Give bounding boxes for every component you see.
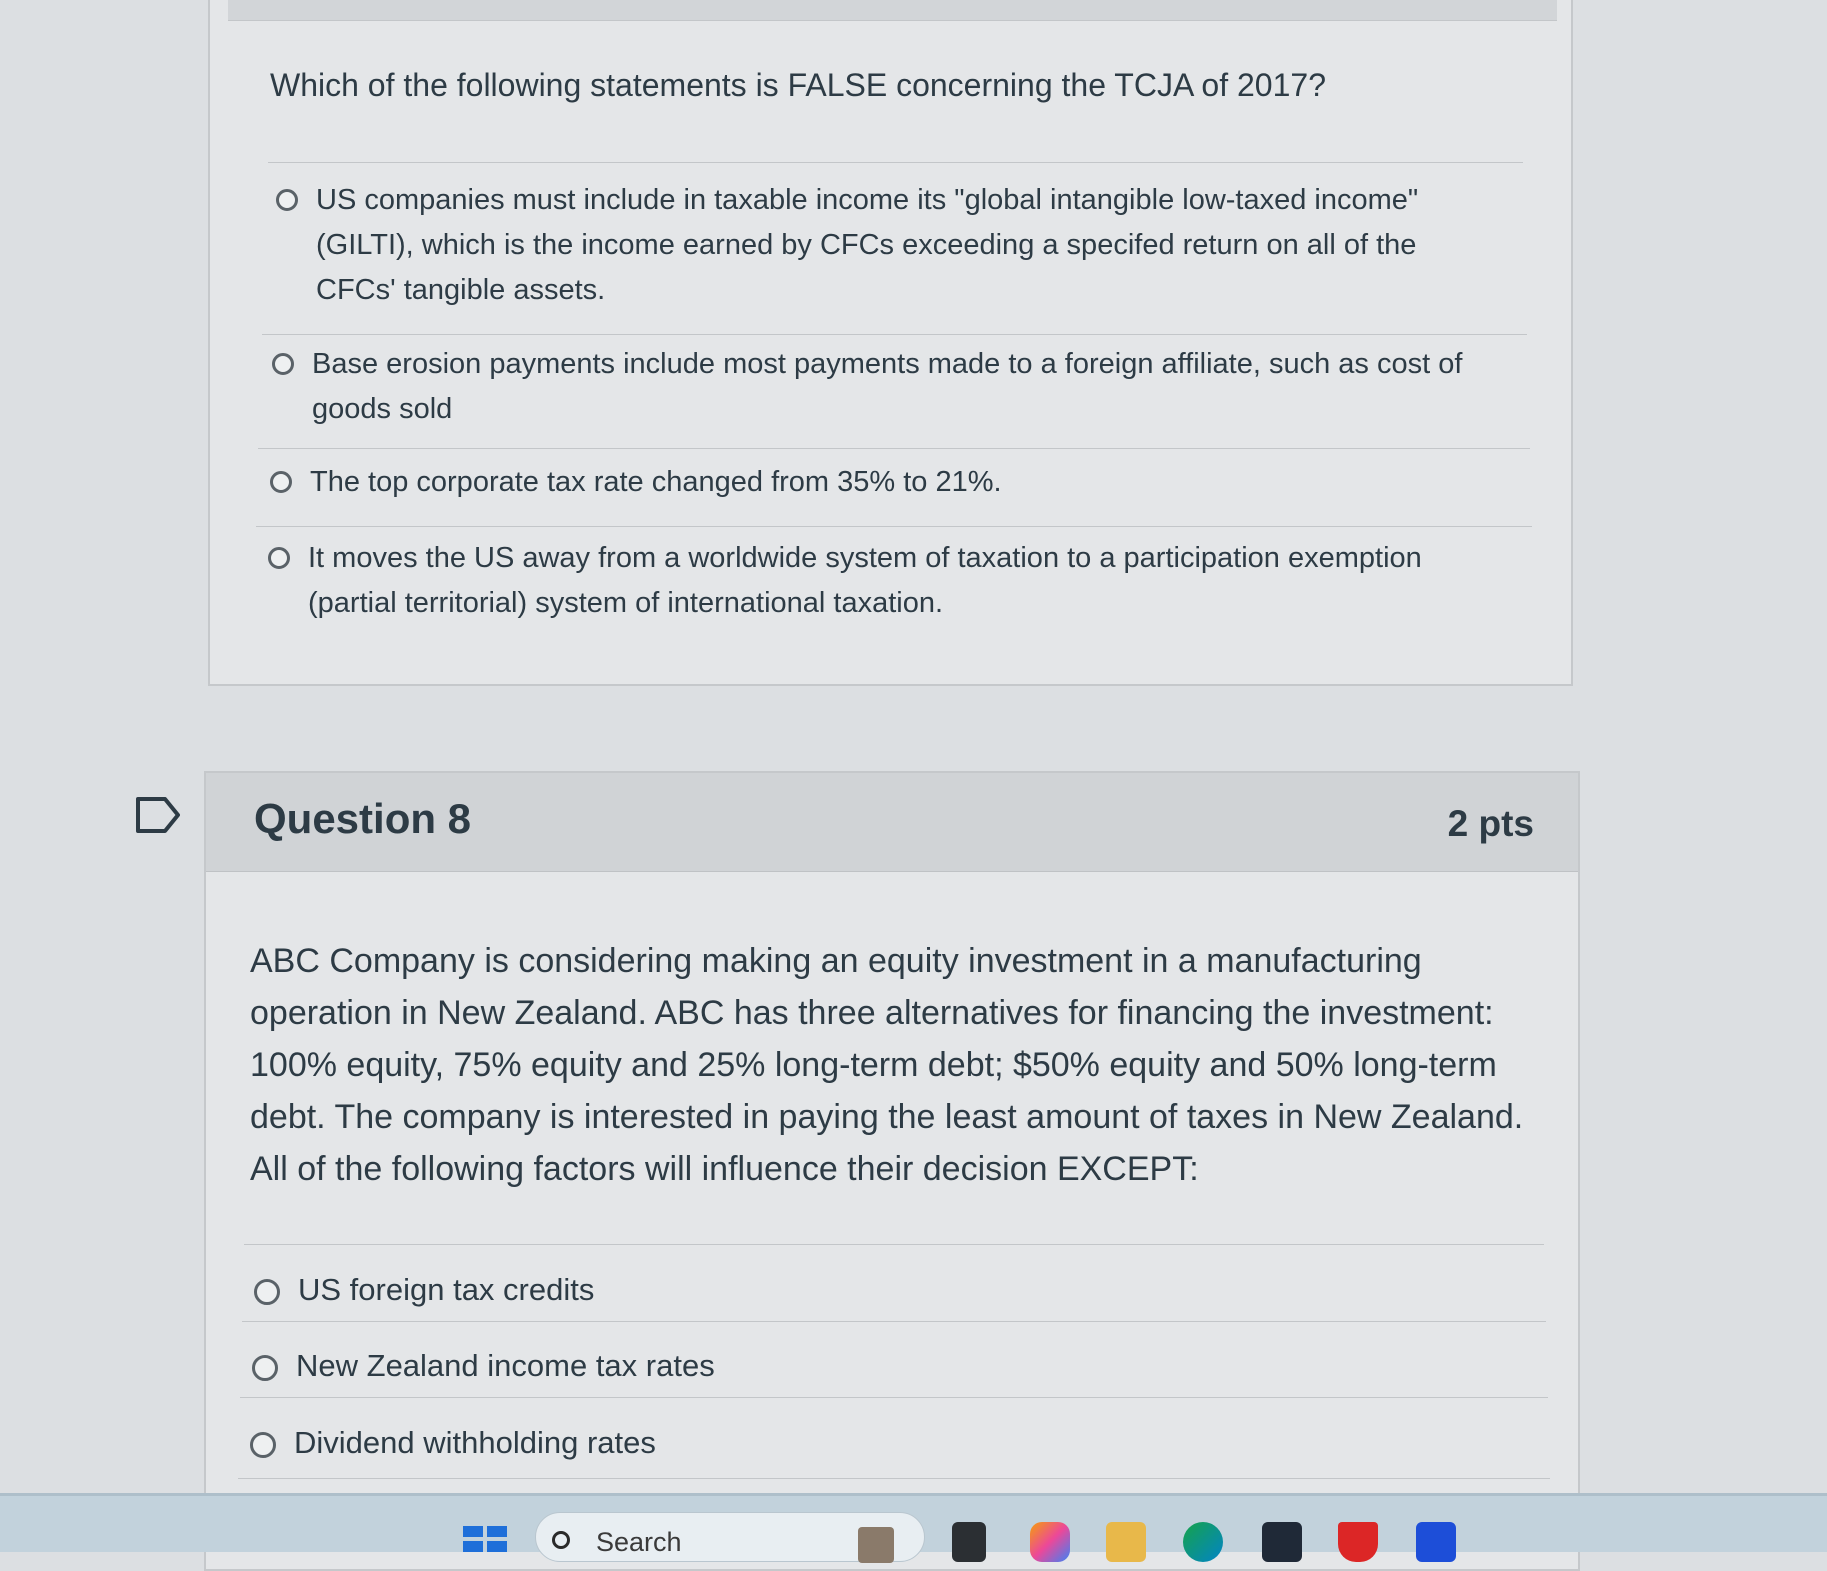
folder-icon[interactable] (1106, 1522, 1146, 1562)
taskbar-search-box[interactable]: Search (535, 1512, 925, 1563)
divider (240, 1397, 1548, 1398)
question-title: Question 8 (254, 795, 472, 842)
answer-label: US companies must include in taxable inc… (316, 184, 1419, 306)
divider (238, 1478, 1550, 1479)
divider (268, 162, 1523, 163)
radio-button[interactable] (252, 1355, 278, 1381)
question-points: 2 pts (1447, 803, 1534, 844)
question-7-header-strip (228, 0, 1557, 21)
windows-start-icon[interactable] (463, 1526, 507, 1552)
answer-label: Base erosion payments include most payme… (312, 348, 1463, 425)
answer-label: New Zealand income tax rates (296, 1348, 715, 1383)
divider (256, 526, 1532, 527)
question-7-card: Which of the following statements is FAL… (208, 0, 1573, 686)
flag-question-icon[interactable] (135, 796, 181, 834)
answer-option-tax-rate[interactable]: The top corporate tax rate changed from … (270, 460, 1510, 505)
file-explorer-icon[interactable] (952, 1522, 986, 1562)
taskbar: Search (0, 1493, 1827, 1563)
radio-button[interactable] (272, 353, 294, 375)
search-icon (552, 1531, 570, 1549)
answer-label: It moves the US away from a worldwide sy… (308, 542, 1422, 619)
answer-option-worldwide-system[interactable]: It moves the US away from a worldwide sy… (268, 536, 1518, 626)
divider (244, 1244, 1544, 1245)
autocad-icon[interactable] (1416, 1522, 1456, 1562)
answer-label: The top corporate tax rate changed from … (310, 466, 1002, 498)
answer-label: US foreign tax credits (298, 1272, 595, 1307)
question-8-card: Question 8 2 pts ABC Company is consider… (204, 771, 1580, 1571)
copilot-icon[interactable] (1030, 1522, 1070, 1562)
answer-option-dividend-withholding-rates[interactable]: Dividend withholding rates (250, 1418, 1450, 1468)
question-8-header: Question 8 2 pts (206, 773, 1578, 872)
edge-icon[interactable] (1183, 1522, 1223, 1562)
divider (262, 334, 1527, 335)
radio-button[interactable] (276, 189, 298, 211)
mcafee-icon[interactable] (1338, 1522, 1378, 1562)
answer-label: Dividend withholding rates (294, 1425, 656, 1460)
answer-option-nz-income-tax-rates[interactable]: New Zealand income tax rates (252, 1341, 1452, 1391)
radio-button[interactable] (250, 1432, 276, 1458)
answer-option-base-erosion[interactable]: Base erosion payments include most payme… (272, 342, 1512, 432)
divider (242, 1321, 1546, 1322)
question-8-text: ABC Company is considering making an equ… (250, 942, 1524, 1188)
answer-option-gilti[interactable]: US companies must include in taxable inc… (276, 178, 1476, 313)
radio-button[interactable] (270, 471, 292, 493)
store-icon[interactable] (1262, 1522, 1302, 1562)
question-7-text: Which of the following statements is FAL… (270, 67, 1326, 103)
divider (258, 448, 1530, 449)
radio-button[interactable] (268, 547, 290, 569)
answer-option-us-foreign-tax-credits[interactable]: US foreign tax credits (254, 1265, 1454, 1315)
radio-button[interactable] (254, 1279, 280, 1305)
search-label: Search (596, 1526, 682, 1557)
search-highlight-icon (858, 1527, 894, 1563)
